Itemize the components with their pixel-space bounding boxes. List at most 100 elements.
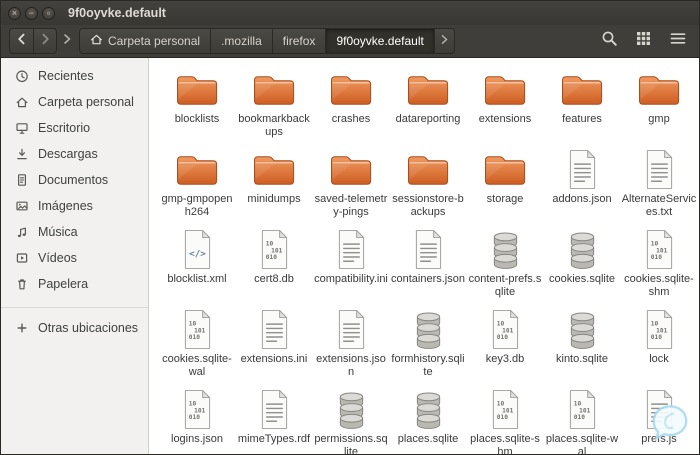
file-item-datareporting[interactable]: datareporting (390, 63, 466, 143)
file-item-addons-json[interactable]: addons.json (544, 143, 620, 223)
text-file-icon (412, 227, 445, 272)
file-item-cookies-sqlite-shm[interactable]: 10 101 010 cookies.sqlite-shm (621, 223, 697, 303)
folder-icon (174, 67, 220, 112)
file-item-extensions-json[interactable]: extensions.json (313, 303, 389, 383)
file-item-storage[interactable]: storage (467, 143, 543, 223)
file-item-key3-db[interactable]: 10 101 010 key3.db (467, 303, 543, 383)
file-label: gmp-gmpopenh264 (161, 193, 233, 218)
file-label: places.sqlite-wal (545, 433, 619, 454)
sidebar-item-imagenes[interactable]: Imágenes (1, 193, 148, 219)
sidebar-item-label: Papelera (38, 277, 89, 291)
file-view: blocklists bookmarkbackups crashes datar… (149, 58, 699, 454)
folder-icon (328, 147, 374, 192)
file-item-content-prefs-sqlite[interactable]: content-prefs.sqlite (467, 223, 543, 303)
file-item-extensions-ini[interactable]: extensions.ini (236, 303, 312, 383)
file-item-mimetypes-rdf[interactable]: mimeTypes.rdf (236, 383, 312, 454)
file-item-cookies-sqlite[interactable]: cookies.sqlite (544, 223, 620, 303)
database-file-icon (335, 387, 368, 432)
breadcrumb-carpeta-personal[interactable]: Carpeta personal (79, 28, 212, 54)
svg-text:010: 010 (188, 334, 199, 341)
file-label: gmp (648, 113, 670, 125)
file-item-places-sqlite-shm[interactable]: 10 101 010 places.sqlite-shm (467, 383, 543, 454)
sidebar-item-descargas[interactable]: Descargas (1, 141, 148, 167)
file-item-bookmarkbackups[interactable]: bookmarkbackups (236, 63, 312, 143)
pictures-icon (14, 199, 29, 214)
sidebar-list: Recientes Carpeta personal Escritorio De… (1, 63, 148, 297)
music-icon (14, 225, 29, 240)
file-item-prefs-js[interactable]: prefs.js (621, 383, 697, 454)
file-item-permissions-sqlite[interactable]: permissions.sqlite (313, 383, 389, 454)
file-label: addons.json (552, 193, 612, 205)
file-item-places-sqlite-wal[interactable]: 10 101 010 places.sqlite-wal (544, 383, 620, 454)
svg-text:010: 010 (573, 414, 584, 421)
file-item-blocklists[interactable]: blocklists (159, 63, 235, 143)
file-item-gmp[interactable]: gmp (621, 63, 697, 143)
sidebar-item-recientes[interactable]: Recientes (1, 63, 148, 89)
file-item-minidumps[interactable]: minidumps (236, 143, 312, 223)
sidebar-item-musica[interactable]: Música (1, 219, 148, 245)
file-label: bookmarkbackups (238, 113, 310, 138)
sidebar-item-otras-ubicaciones[interactable]: Otras ubicaciones (1, 315, 148, 341)
desktop-icon (14, 121, 29, 136)
breadcrumb-more-button[interactable] (434, 28, 455, 54)
view-grid-button[interactable] (634, 32, 653, 51)
sidebar-item-papelera[interactable]: Papelera (1, 271, 148, 297)
folder-icon (174, 147, 220, 192)
menu-button[interactable] (668, 32, 687, 51)
sidebar-item-videos[interactable]: Vídeos (1, 245, 148, 271)
code-file-icon: </> (181, 227, 214, 272)
file-label: minidumps (247, 193, 301, 205)
file-item-formhistory-sqlite[interactable]: formhistory.sqlite (390, 303, 466, 383)
database-file-icon (566, 307, 599, 352)
file-item-logins-json[interactable]: 10 101 010 logins.json (159, 383, 235, 454)
documents-icon (14, 173, 29, 188)
path-chevron-button[interactable] (59, 32, 75, 50)
file-item-containers-json[interactable]: containers.json (390, 223, 466, 303)
file-label: places.sqlite-shm (470, 433, 540, 454)
file-item-features[interactable]: features (544, 63, 620, 143)
close-button[interactable]: × (8, 6, 21, 20)
file-item-saved-telemetry-pings[interactable]: saved-telemetry-pings (313, 143, 389, 223)
file-item-lock[interactable]: 10 101 010 lock (621, 303, 697, 383)
binary-file-icon: 10 101 010 (489, 387, 522, 432)
file-item-places-sqlite[interactable]: places.sqlite (390, 383, 466, 454)
breadcrumb-mozilla[interactable]: .mozilla (211, 28, 273, 54)
file-label: compatibility.ini (314, 273, 388, 285)
sidebar-item-documentos[interactable]: Documentos (1, 167, 148, 193)
file-item-gmp-gmpopenh264[interactable]: gmp-gmpopenh264 (159, 143, 235, 223)
trash-icon (14, 277, 29, 292)
file-label: prefs.js (641, 433, 677, 445)
back-button[interactable] (10, 29, 33, 53)
file-item-cookies-sqlite-wal[interactable]: 10 101 010 cookies.sqlite-wal (159, 303, 235, 383)
svg-text:010: 010 (650, 254, 661, 261)
file-item-alternateservices-txt[interactable]: AlternateServices.txt (621, 143, 697, 223)
breadcrumb-label: Carpeta personal (108, 34, 201, 48)
maximize-button[interactable]: ▫ (42, 6, 55, 20)
sidebar-item-carpeta-personal[interactable]: Carpeta personal (1, 89, 148, 115)
file-label: extensions.json (316, 353, 386, 378)
folder-icon (559, 67, 605, 112)
svg-text:010: 010 (496, 334, 507, 341)
breadcrumb-firefox[interactable]: firefox (272, 28, 327, 54)
window-title: 9f0oyvke.default (68, 6, 166, 20)
file-item-crashes[interactable]: crashes (313, 63, 389, 143)
file-label: cookies.sqlite-shm (624, 273, 694, 298)
sidebar-item-label: Carpeta personal (38, 95, 134, 109)
file-item-blocklist-xml[interactable]: </> blocklist.xml (159, 223, 235, 303)
minimize-button[interactable]: − (25, 6, 38, 20)
text-file-icon (335, 307, 368, 352)
search-button[interactable] (600, 31, 619, 51)
forward-button[interactable] (33, 29, 56, 53)
file-item-kinto-sqlite[interactable]: kinto.sqlite (544, 303, 620, 383)
sidebar-item-escritorio[interactable]: Escritorio (1, 115, 148, 141)
home-icon (90, 33, 103, 49)
file-item-compatibility-ini[interactable]: compatibility.ini (313, 223, 389, 303)
file-label: cert8.db (254, 273, 294, 285)
binary-file-icon: 10 101 010 (566, 387, 599, 432)
breadcrumb-9f0oyvke-default[interactable]: 9f0oyvke.default (326, 28, 435, 54)
file-item-cert8-db[interactable]: 10 101 010 cert8.db (236, 223, 312, 303)
nav-buttons (9, 28, 57, 54)
file-item-sessionstore-backups[interactable]: sessionstore-backups (390, 143, 466, 223)
file-label: permissions.sqlite (314, 433, 388, 454)
file-item-extensions[interactable]: extensions (467, 63, 543, 143)
